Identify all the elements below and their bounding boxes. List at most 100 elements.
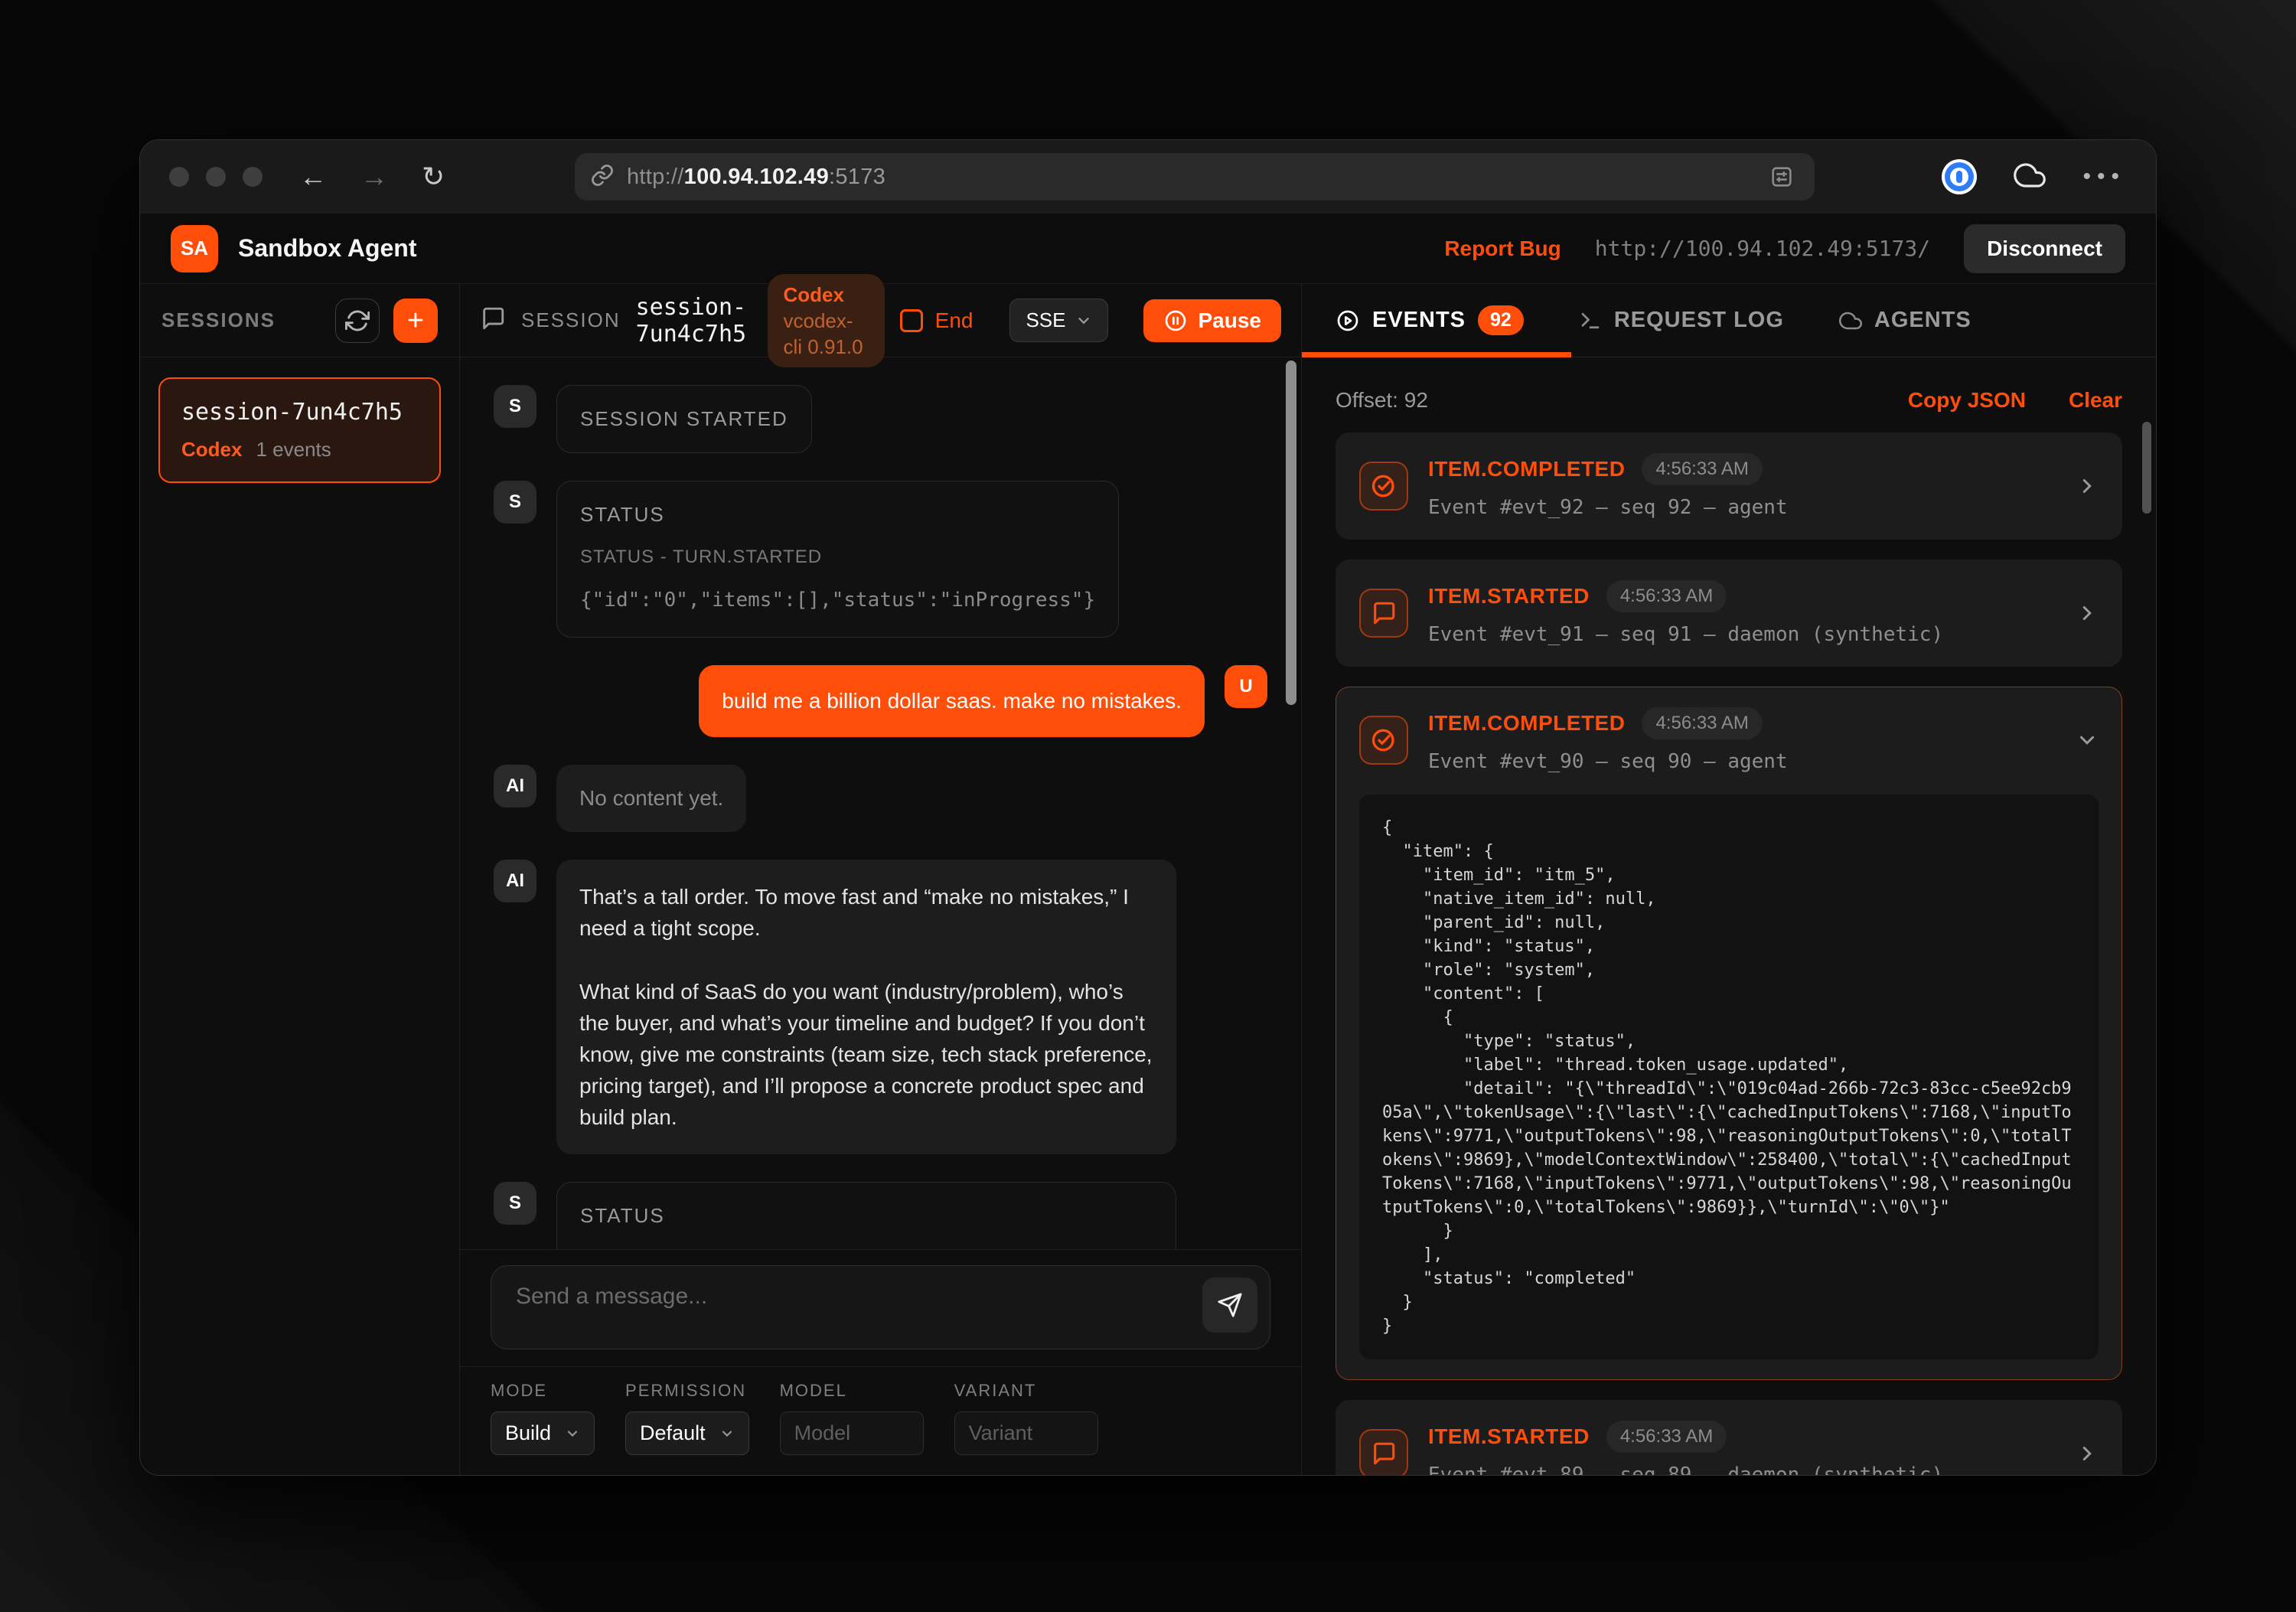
app-header: SA Sandbox Agent Report Bug http://100.9…: [140, 214, 2156, 284]
events-tabs: EVENTS 92 REQUEST LOG AGENTS: [1302, 284, 2156, 357]
address-bar[interactable]: http://100.94.102.49:5173: [575, 153, 1815, 201]
chat-header: SESSION session-7un4c7h5 Codex vcodex-cl…: [460, 284, 1301, 357]
cloud-sync-icon[interactable]: [2014, 159, 2046, 195]
disconnect-button[interactable]: Disconnect: [1964, 224, 2125, 273]
copy-json-button[interactable]: Copy JSON: [1908, 388, 2026, 413]
play-circle-icon: [1336, 308, 1360, 333]
browser-chrome: ← → ↻ http://100.94.102.49:5173: [140, 140, 2156, 214]
session-controls: MODE Build PERMISSION Default: [460, 1366, 1301, 1475]
terminal-icon: [1579, 309, 1602, 332]
chevron-down-icon: [565, 1426, 580, 1441]
chevron-down-icon: [1075, 312, 1092, 329]
event-time: 4:56:33 AM: [1606, 1421, 1727, 1453]
chat-bubble-icon: [1359, 589, 1408, 638]
message-bubble: SESSION STARTED: [556, 385, 812, 453]
message-bubble: build me a billion dollar saas. make no …: [699, 665, 1205, 737]
window-zoom-button[interactable]: [243, 167, 263, 187]
variant-input[interactable]: [954, 1411, 1098, 1455]
permission-select[interactable]: Default: [625, 1411, 749, 1455]
password-manager-icon[interactable]: [1942, 159, 1977, 194]
message-bubble: That’s a tall order. To move fast and “m…: [556, 860, 1176, 1154]
session-provider: Codex: [181, 438, 242, 462]
chevron-right-icon: [2076, 602, 2099, 625]
message-bubble: No content yet.: [556, 765, 746, 832]
forward-icon[interactable]: →: [360, 163, 388, 191]
session-label: SESSION: [521, 308, 621, 332]
mode-select[interactable]: Build: [491, 1411, 595, 1455]
browser-menu-icon[interactable]: •••: [2082, 165, 2125, 188]
event-card-expanded[interactable]: ITEM.COMPLETED 4:56:33 AM Event #evt_90 …: [1336, 687, 2122, 1380]
assistant-avatar: AI: [494, 860, 536, 902]
pause-circle-icon: [1163, 308, 1188, 333]
back-icon[interactable]: ←: [299, 163, 327, 191]
site-settings-icon[interactable]: [1764, 159, 1799, 194]
system-avatar: S: [494, 1182, 536, 1225]
events-scrollbar[interactable]: [2142, 422, 2151, 514]
message-input[interactable]: [491, 1266, 1270, 1349]
chevron-down-icon: [2076, 729, 2099, 752]
user-message: build me a billion dollar saas. make no …: [494, 665, 1267, 737]
main-layout: SESSIONS + session-7un4c7h5 Codex: [140, 284, 2156, 1475]
sessions-sidebar: SESSIONS + session-7un4c7h5 Codex: [140, 284, 460, 1475]
event-meta: Event #evt_92 – seq 92 – agent: [1428, 496, 2047, 519]
system-avatar: S: [494, 385, 536, 428]
cloud-icon: [1839, 309, 1862, 332]
model-input[interactable]: [780, 1411, 924, 1455]
chat-scrollbar[interactable]: [1286, 361, 1296, 705]
events-panel: EVENTS 92 REQUEST LOG AGENTS: [1302, 284, 2156, 1475]
chevron-down-icon: [719, 1426, 735, 1441]
event-card[interactable]: ITEM.STARTED 4:56:33 AM Event #evt_89 – …: [1336, 1400, 2122, 1475]
session-list-item[interactable]: session-7un4c7h5 Codex 1 events: [158, 377, 441, 483]
send-icon: [1217, 1292, 1243, 1318]
transport-select[interactable]: SSE: [1009, 299, 1107, 342]
session-name: session-7un4c7h5: [181, 399, 418, 426]
chat-bubble-icon: [480, 305, 506, 335]
tab-agents[interactable]: AGENTS: [1839, 308, 1971, 333]
events-count-badge: 92: [1478, 305, 1524, 335]
event-time: 4:56:33 AM: [1642, 707, 1762, 739]
event-card[interactable]: ITEM.COMPLETED 4:56:33 AM Event #evt_92 …: [1336, 432, 2122, 540]
system-message: S STATUS STATUS - THREAD.TOKEN_USAGE.UPD…: [494, 1182, 1267, 1249]
system-message: S STATUS STATUS - TURN.STARTED {"id":"0"…: [494, 481, 1267, 638]
session-id: session-7un4c7h5: [636, 294, 753, 348]
refresh-sessions-button[interactable]: [335, 299, 380, 343]
assistant-message: AI No content yet.: [494, 765, 1267, 832]
assistant-avatar: AI: [494, 765, 536, 808]
event-card[interactable]: ITEM.STARTED 4:56:33 AM Event #evt_91 – …: [1336, 560, 2122, 667]
message-bubble: STATUS STATUS - TURN.STARTED {"id":"0","…: [556, 481, 1119, 638]
traffic-lights: [169, 167, 263, 187]
send-button[interactable]: [1202, 1278, 1257, 1333]
chat-message-list: S SESSION STARTED S STATUS STATUS - TURN…: [460, 357, 1301, 1249]
system-avatar: S: [494, 481, 536, 524]
user-avatar: U: [1225, 665, 1267, 708]
system-message: S SESSION STARTED: [494, 385, 1267, 453]
new-session-button[interactable]: +: [393, 299, 438, 343]
sessions-title: SESSIONS: [161, 308, 276, 332]
browser-toolbar-right: •••: [1942, 140, 2125, 214]
model-label: MODEL: [780, 1381, 924, 1401]
connected-url: http://100.94.102.49:5173/: [1595, 236, 1930, 261]
end-checkbox[interactable]: [900, 309, 923, 332]
end-label: End: [935, 308, 974, 333]
clear-button[interactable]: Clear: [2069, 388, 2122, 413]
message-bubble: STATUS STATUS - THREAD.TOKEN_USAGE.UPDAT…: [556, 1182, 1176, 1249]
event-meta: Event #evt_89 – seq 89 – daemon (synthet…: [1428, 1464, 2047, 1475]
event-time: 4:56:33 AM: [1606, 580, 1727, 612]
provider-version-badge: Codex vcodex-cli 0.91.0: [768, 274, 884, 367]
url-text: http://100.94.102.49:5173: [627, 165, 885, 190]
tab-request-log[interactable]: REQUEST LOG: [1579, 308, 1784, 333]
assistant-message: AI That’s a tall order. To move fast and…: [494, 860, 1267, 1154]
chevron-right-icon: [2076, 475, 2099, 498]
reload-icon[interactable]: ↻: [422, 163, 445, 191]
window-close-button[interactable]: [169, 167, 189, 187]
check-circle-icon: [1359, 716, 1408, 765]
app-title: Sandbox Agent: [238, 234, 416, 263]
window-minimize-button[interactable]: [206, 167, 226, 187]
check-circle-icon: [1359, 462, 1408, 511]
tab-events[interactable]: EVENTS 92: [1336, 305, 1524, 335]
desktop-background: ← → ↻ http://100.94.102.49:5173: [0, 0, 2296, 1612]
session-event-count: 1 events: [256, 438, 331, 462]
report-bug-link[interactable]: Report Bug: [1444, 237, 1561, 261]
pause-button[interactable]: Pause: [1143, 299, 1282, 342]
variant-label: VARIANT: [954, 1381, 1098, 1401]
